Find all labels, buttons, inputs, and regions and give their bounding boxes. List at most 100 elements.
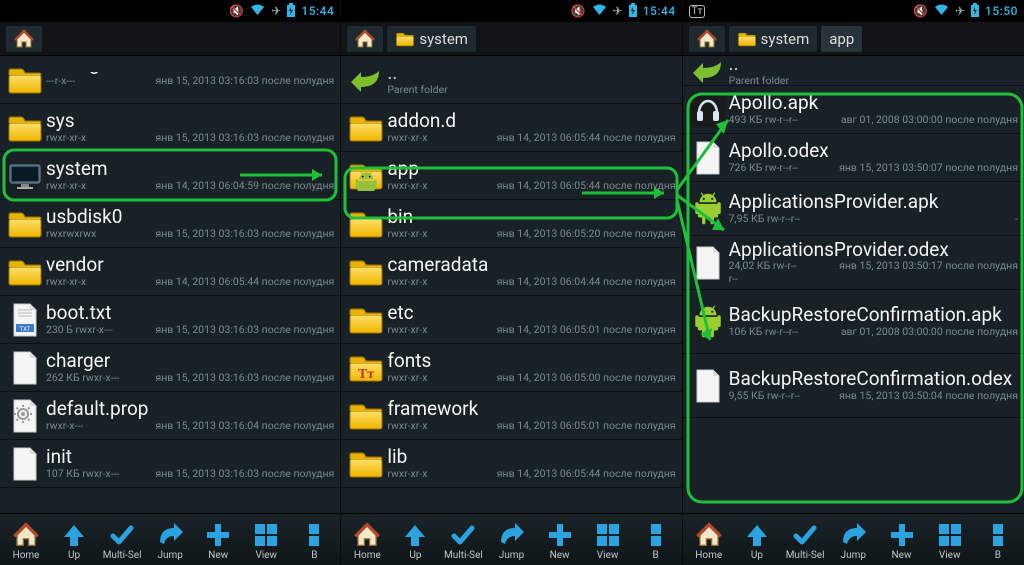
home-icon [353, 521, 381, 549]
toolbar-multi-button[interactable]: Multi-Sel [98, 521, 146, 561]
file-name: addon.d [387, 111, 675, 131]
file-perm: rwxr-xr-x [46, 179, 116, 192]
breadcrumb-home[interactable] [689, 26, 725, 52]
file-name: fonts [387, 351, 675, 371]
toolbar-view-button[interactable]: View [926, 521, 974, 561]
file-row[interactable]: ApplicationsProvider.apk 7,95 КБ rw-r--r… [683, 182, 1024, 236]
breadcrumb-current[interactable]: app [821, 26, 862, 52]
file-row[interactable]: vendor rwxr-xr-xянв 14, 2013 06:05:44 по… [0, 248, 340, 296]
folder-icon [345, 395, 387, 437]
file-row[interactable]: addon.d rwxr-xr-xянв 14, 2013 06:05:44 п… [341, 104, 681, 152]
file-row[interactable]: app rwxr-xr-xянв 14, 2013 06:05:44 после… [341, 152, 681, 200]
file-perm: ---r-x--- [46, 74, 116, 87]
home-icon [14, 29, 34, 49]
toolbar-jump-button[interactable]: Jump [487, 521, 535, 561]
back-icon [345, 59, 387, 101]
toolbar-home-button[interactable]: Home [2, 521, 50, 561]
file-row[interactable]: Apollo.apk 493 КБ rw-r--r--авг 01, 2008 … [683, 86, 1024, 134]
file-row[interactable]: ApplicationsProvider.odex 24,02 КБ rw-r-… [683, 236, 1024, 290]
breadcrumb-folder[interactable]: system [729, 26, 818, 52]
file-row[interactable]: system rwxr-xr-xянв 14, 2013 06:04:59 по… [0, 152, 340, 200]
up-icon [402, 521, 428, 549]
file-row[interactable]: charger 262 КБ rwxr-x---янв 15, 2013 03:… [0, 344, 340, 392]
toolbar-more-button[interactable]: B [290, 521, 338, 561]
toolbar-new-button[interactable]: New [536, 521, 584, 561]
file-row[interactable]: .. Parent folder [341, 56, 681, 104]
file-date: янв 15, 2013 03:16:03 после полудня [129, 371, 334, 384]
toolbar-jump-button[interactable]: Jump [146, 521, 194, 561]
toolbar-jump-button[interactable]: Jump [829, 521, 877, 561]
file-row[interactable]: sys rwxr-xr-xянв 15, 2013 03:16:03 после… [0, 104, 340, 152]
file-text: default.prop rwxr-x---янв 15, 2013 03:16… [46, 399, 334, 432]
toolbar-more-button[interactable]: B [632, 521, 680, 561]
file-row[interactable]: TXT boot.txt 230 Б rwxr-x---янв 15, 2013… [0, 296, 340, 344]
file-row[interactable]: cameradata rwxr-xr-xянв 14, 2013 06:04:4… [341, 248, 681, 296]
toolbar-home-button[interactable]: Home [343, 521, 391, 561]
toolbar-multi-button[interactable]: Multi-Sel [439, 521, 487, 561]
svg-text:Tт: Tт [358, 367, 374, 382]
screen-1: 🔇 ✈ 15:44 storage ---r-x---янв 15, 2013 … [0, 0, 341, 565]
file-row[interactable]: storage ---r-x---янв 15, 2013 03:16:03 п… [0, 56, 340, 104]
file-perm: rwxr-xr-x [387, 323, 457, 336]
toolbar-label: B [311, 550, 317, 561]
file-row[interactable]: init 107 КБ rwxr-x---янв 15, 2013 03:16:… [0, 440, 340, 488]
file-list[interactable]: .. Parent folder addon.d rwxr-xr-xянв 14… [341, 56, 681, 513]
bottom-toolbar: Home Up Multi-Sel Jump New View B [341, 513, 681, 565]
file-name: init [46, 447, 334, 467]
file-date: авг 01, 2008 03:00:00 после полудня [809, 113, 1018, 126]
folder-icon [737, 31, 757, 47]
breadcrumb-folder[interactable]: system [387, 26, 476, 52]
mute-icon: 🔇 [913, 4, 928, 18]
file-name: Apollo.apk [729, 93, 1018, 113]
file-row[interactable]: bin rwxr-xr-xянв 14, 2013 06:05:20 после… [341, 200, 681, 248]
toolbar-label: Multi-Sel [786, 550, 825, 561]
file-name: BackupRestoreConfirmation.odex [729, 369, 1018, 389]
file-list[interactable]: storage ---r-x---янв 15, 2013 03:16:03 п… [0, 56, 340, 513]
toolbar-new-button[interactable]: New [877, 521, 925, 561]
apollo-icon [687, 89, 729, 131]
battery-icon [287, 3, 295, 20]
status-bar: 🔇 ✈ 15:44 [0, 0, 340, 22]
file-row[interactable]: usbdisk0 rwxrwxrwxянв 15, 2013 03:16:03 … [0, 200, 340, 248]
toolbar-label: View [255, 550, 277, 561]
toolbar-up-button[interactable]: Up [50, 521, 98, 561]
toolbar-more-button[interactable]: B [974, 521, 1022, 561]
toolbar-new-button[interactable]: New [194, 521, 242, 561]
status-bar: Tт 🔇 ✈ 15:50 [683, 0, 1024, 22]
file-list[interactable]: .. Parent folder Apollo.apk 493 КБ rw-r-… [683, 56, 1024, 513]
file-name: bin [387, 207, 675, 227]
toolbar-home-button[interactable]: Home [685, 521, 733, 561]
file-text: .. Parent folder [387, 63, 675, 96]
file-row[interactable]: Tт fonts rwxr-xr-xянв 14, 2013 06:05:00 … [341, 344, 681, 392]
file-date: янв 15, 2013 03:16:03 после полудня [129, 467, 334, 480]
folder-icon [4, 107, 46, 149]
file-date: янв 14, 2013 06:05:01 после полудня [467, 323, 675, 336]
file-row[interactable]: framework rwxr-xr-xянв 14, 2013 06:05:01… [341, 392, 681, 440]
file-row[interactable]: lib rwxr-xr-xянв 14, 2013 06:05:44 после… [341, 440, 681, 488]
file-row[interactable]: etc rwxr-xr-x янв 14, 2013 06:05:01 после… [341, 296, 681, 344]
view-icon [253, 521, 279, 549]
breadcrumb-home[interactable] [347, 26, 383, 52]
file-perm: rwxr-xr-x [387, 275, 457, 288]
jump-icon [839, 521, 867, 549]
toolbar-up-button[interactable]: Up [391, 521, 439, 561]
file-row[interactable]: default.prop rwxr-x---янв 15, 2013 03:16… [0, 392, 340, 440]
file-name: vendor [46, 255, 334, 275]
toolbar-up-button[interactable]: Up [733, 521, 781, 561]
file-row[interactable]: BackupRestoreConfirmation.odex 9,55 КБ r… [683, 354, 1024, 418]
jump-icon [497, 521, 525, 549]
file-name: etc [387, 303, 675, 323]
toolbar-view-button[interactable]: View [242, 521, 290, 561]
toolbar-view-button[interactable]: View [584, 521, 632, 561]
file-text: framework rwxr-xr-xянв 14, 2013 06:05:01… [387, 399, 675, 432]
toolbar-multi-button[interactable]: Multi-Sel [781, 521, 829, 561]
file-row[interactable]: BackupRestoreConfirmation.apk 106 КБ rw-… [683, 290, 1024, 354]
file-row[interactable]: .. Parent folder [683, 56, 1024, 86]
file-date: янв 15, 2013 03:50:07 после полудня [809, 161, 1018, 174]
titanium-icon: Tт [689, 5, 706, 18]
file-perm: rwxr-xr-x [387, 179, 457, 192]
file-row[interactable]: Apollo.odex 726 КБ rw-r--r--янв 15, 2013… [683, 134, 1024, 182]
breadcrumb-home[interactable] [6, 26, 42, 52]
file-date: янв 14, 2013 06:05:44 после полудня [467, 179, 675, 192]
file-name: cameradata [387, 255, 675, 275]
